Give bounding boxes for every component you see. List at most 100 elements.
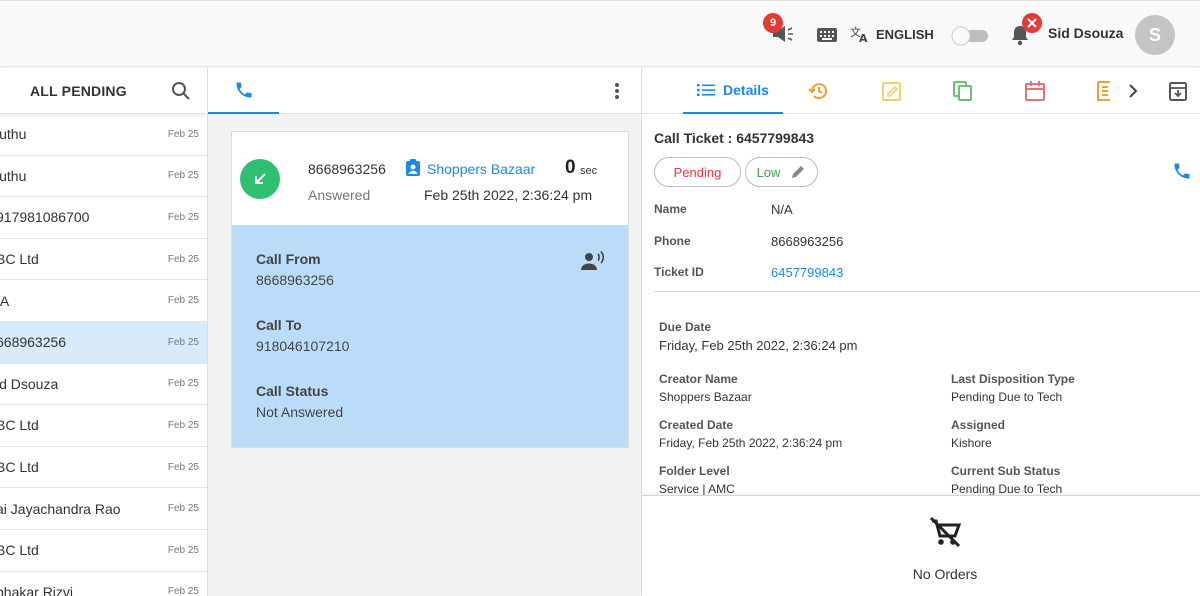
calendar-icon[interactable] — [1024, 80, 1046, 102]
last-disposition-value: Pending Due to Tech — [951, 390, 1063, 404]
svg-text:A: A — [859, 32, 868, 43]
name-label: Name — [654, 202, 687, 216]
notes-icon[interactable] — [881, 80, 903, 102]
list-item-name: luthu — [0, 126, 27, 143]
list-item-name: 668963256 — [0, 334, 67, 351]
priority-pill[interactable]: Low — [745, 157, 818, 187]
list-item[interactable]: /A Feb 25 — [0, 280, 207, 322]
notification-close-badge[interactable] — [1022, 13, 1042, 33]
language-selector[interactable]: 文 A ENGLISH — [850, 25, 934, 43]
status-pill[interactable]: Pending — [654, 157, 741, 187]
list-item-name: bhakar Rizvi — [0, 583, 74, 596]
priority-label: Low — [756, 164, 781, 180]
list-item[interactable]: luthu Feb 25 — [0, 114, 207, 156]
call-from-label: Call From — [256, 251, 321, 267]
list-item[interactable]: 668963256 Feb 25 — [0, 321, 207, 364]
call-to-value: 918046107210 — [256, 338, 350, 354]
list-item[interactable]: BC Ltd Feb 25 — [0, 405, 207, 447]
search-icon[interactable] — [171, 81, 191, 101]
ticket-id-link[interactable]: 6457799843 — [771, 265, 843, 280]
pencil-icon[interactable] — [790, 164, 806, 180]
list-item-date: Feb 25 — [167, 378, 199, 390]
arrow-down-left-icon — [255, 173, 266, 184]
due-date-value: Friday, Feb 25th 2022, 2:36:24 pm — [659, 338, 858, 353]
call-panel-header — [208, 68, 641, 114]
call-phone-icon[interactable] — [1172, 161, 1192, 181]
history-icon[interactable] — [808, 80, 830, 102]
call-status-value: Not Answered — [256, 404, 344, 420]
tab-details[interactable]: Details — [683, 68, 783, 114]
ticket-details-panel: Details Call Ticket : 6457799843 Pending… — [641, 68, 1200, 596]
no-orders-text: No Orders — [912, 566, 978, 582]
last-disposition-label: Last Disposition Type — [951, 372, 1075, 386]
more-vertical-icon[interactable] — [611, 81, 623, 101]
assigned-label: Assigned — [951, 418, 1006, 432]
list-item-name: 917981086700 — [0, 209, 90, 226]
creator-name-label: Creator Name — [659, 372, 738, 386]
user-name[interactable]: Sid Dsouza — [1048, 25, 1123, 41]
list-item[interactable]: id Dsouza Feb 25 — [0, 364, 207, 406]
phone-icon — [236, 82, 251, 98]
list-item-date: Feb 25 — [167, 170, 199, 182]
list-item-date: Feb 25 — [167, 211, 199, 223]
list-icon — [697, 84, 716, 96]
pending-list-header: ALL PENDING — [0, 68, 207, 114]
list-item[interactable]: BC Ltd Feb 25 — [0, 447, 207, 489]
pending-list-panel: ALL PENDING luthuFeb 25luthuFeb 25917981… — [0, 68, 208, 596]
contact-card-icon — [406, 159, 420, 176]
no-cart-icon — [929, 516, 962, 548]
current-sub-status-label: Current Sub Status — [951, 464, 1061, 478]
list-item-date: Feb 25 — [167, 544, 199, 556]
created-date-value: Friday, Feb 25th 2022, 2:36:24 pm — [659, 436, 843, 450]
list-item-date: Feb 25 — [167, 295, 199, 307]
ticket-title: Call Ticket : 6457799843 — [654, 130, 815, 146]
name-value: N/A — [771, 202, 793, 217]
receipt-icon[interactable] — [1096, 80, 1112, 102]
list-item-date: Feb 25 — [167, 586, 199, 596]
list-item[interactable]: bhakar Rizvi Feb 25 — [0, 572, 207, 596]
call-duration: 0 — [565, 157, 576, 178]
theme-toggle[interactable] — [950, 26, 990, 46]
call-status-label: Call Status — [256, 383, 329, 399]
translate-icon: 文 A — [850, 25, 868, 43]
pending-list: luthu Feb 25 luthu Feb 25 917981086700 Feb 25… — [0, 114, 207, 596]
language-label: ENGLISH — [876, 26, 934, 42]
pending-list-title: ALL PENDING — [30, 82, 127, 99]
list-item[interactable]: ai Jayachandra Rao Feb 25 — [0, 488, 207, 530]
keyboard-icon — [817, 28, 837, 42]
tab-call[interactable] — [208, 68, 279, 114]
copy-icon[interactable] — [952, 80, 974, 102]
list-item[interactable]: 917981086700 Feb 25 — [0, 197, 207, 239]
due-date-label: Due Date — [659, 320, 712, 334]
call-panel: 8668963256 Shoppers Bazaar 0 sec Answere… — [208, 68, 641, 596]
call-duration-unit: sec — [580, 165, 598, 177]
list-item[interactable]: luthu Feb 25 — [0, 156, 207, 198]
call-card-details: Call From 8668963256 Call To 91804610721… — [232, 225, 628, 447]
list-item-date: Feb 25 — [167, 461, 199, 473]
close-icon — [1027, 18, 1037, 28]
chevron-right-icon[interactable] — [1126, 83, 1140, 99]
call-card: 8668963256 Shoppers Bazaar 0 sec Answere… — [231, 131, 629, 448]
call-datetime: Feb 25th 2022, 2:36:24 pm — [424, 187, 593, 203]
list-item[interactable]: BC Ltd Feb 25 — [0, 239, 207, 281]
current-sub-status-value: Pending Due to Tech — [951, 482, 1063, 496]
list-item-name: id Dsouza — [0, 375, 59, 392]
archive-icon[interactable] — [1168, 80, 1188, 102]
list-item-date: Feb 25 — [167, 128, 199, 140]
folder-level-value: Service | AMC — [659, 482, 735, 496]
creator-name-value: Shoppers Bazaar — [659, 390, 752, 404]
assigned-value: Kishore — [951, 436, 992, 450]
call-answered-status: Answered — [308, 187, 371, 203]
call-from-value: 8668963256 — [256, 272, 334, 288]
voice-speaker-icon[interactable] — [581, 250, 605, 272]
list-item-name: BC Ltd — [0, 459, 39, 476]
keyboard-button[interactable] — [816, 27, 838, 43]
avatar[interactable]: S — [1135, 15, 1175, 55]
contact-name-link[interactable]: Shoppers Bazaar — [427, 161, 535, 177]
call-card-summary: 8668963256 Shoppers Bazaar 0 sec Answere… — [232, 132, 628, 225]
toggle-icon — [951, 26, 988, 46]
list-item[interactable]: BC Ltd Feb 25 — [0, 530, 207, 572]
list-item-date: Feb 25 — [167, 253, 199, 265]
divider — [654, 291, 1200, 292]
top-bar: 9 文 A ENGLISH Sid Dsouza S — [0, 0, 1200, 67]
